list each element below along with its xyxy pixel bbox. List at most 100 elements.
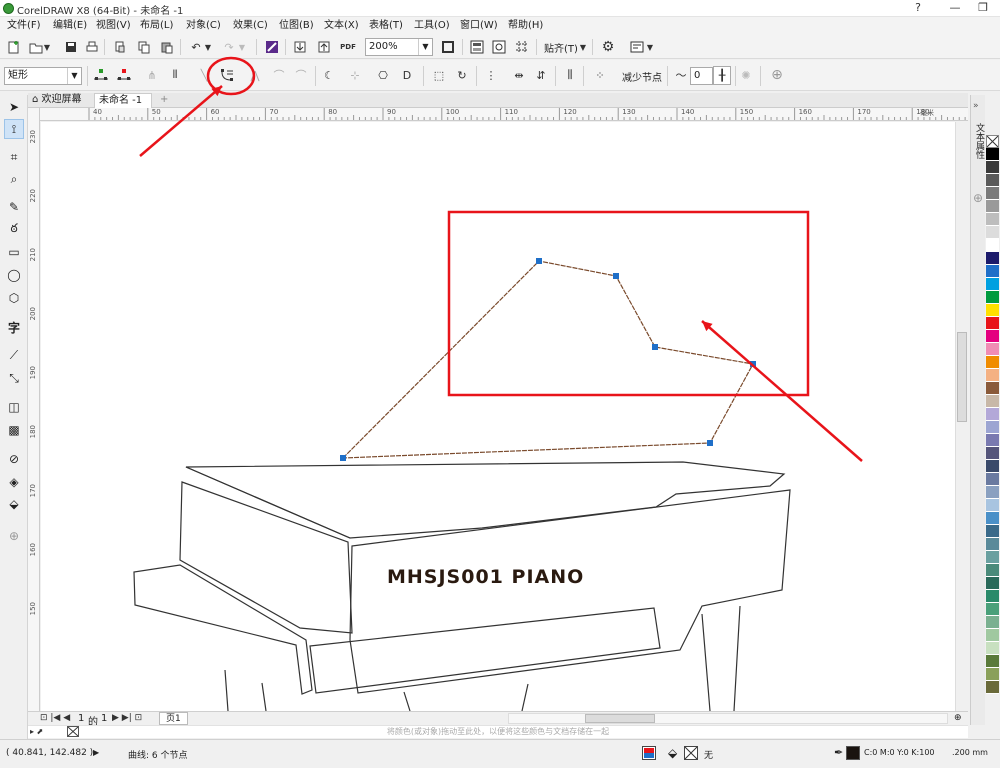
snap-chevron-down-icon[interactable]: ▼ — [578, 38, 588, 56]
palette-swatch[interactable] — [986, 499, 999, 512]
page-first-prev-icons[interactable]: ⊡ |◀ ◀ — [40, 713, 70, 723]
freehand-tool-icon[interactable]: ✎ — [4, 197, 24, 217]
mirror-horizontal-icon[interactable]: ⇹ — [510, 66, 528, 84]
crop-tool-icon[interactable]: ⌗ — [4, 147, 24, 167]
selection-mode-chevron-icon[interactable]: ▼ — [67, 68, 81, 84]
palette-swatch[interactable] — [986, 291, 999, 304]
curve-node[interactable] — [536, 258, 542, 264]
palette-swatch[interactable] — [986, 642, 999, 655]
palette-swatch[interactable] — [986, 447, 999, 460]
palette-swatch[interactable] — [986, 304, 999, 317]
export-icon[interactable] — [315, 38, 333, 56]
transparency-tool-icon[interactable]: ▩ — [4, 420, 24, 440]
horizontal-ruler[interactable]: 40 50 60 70 80 90 100 110 120 130 140 150 160 170 180 … — [40, 108, 968, 121]
palette-arrows-icon[interactable]: ▸ ⬈ — [30, 727, 43, 736]
print-icon[interactable] — [83, 38, 101, 56]
menu-tools[interactable]: 工具(O) — [414, 18, 450, 34]
piano-body-front[interactable] — [349, 489, 791, 694]
piano-side-panel[interactable] — [179, 481, 353, 634]
cut-icon[interactable] — [111, 38, 129, 56]
piano-leg-middle[interactable] — [403, 683, 529, 712]
curve-node[interactable] — [340, 455, 346, 461]
help-window-button[interactable]: ? — [905, 0, 931, 17]
palette-swatch[interactable] — [986, 564, 999, 577]
palette-swatch[interactable] — [986, 460, 999, 473]
tab-document[interactable]: 未命名 -1 — [94, 93, 152, 108]
rectangle-tool-icon[interactable]: ▭ — [4, 242, 24, 262]
polygon-tool-icon[interactable]: ⬡ — [4, 288, 24, 308]
menu-view[interactable]: 视图(V) — [96, 18, 131, 34]
zoom-navigator-icon[interactable]: ⊕ — [954, 713, 962, 723]
vertical-ruler[interactable]: 230 220 210 200 190 180 170 160 150 — [28, 108, 40, 711]
undo-chevron-icon[interactable]: ▼ — [203, 38, 213, 56]
rotate-nodes-icon[interactable]: ↻ — [453, 66, 471, 84]
palette-swatch[interactable] — [986, 148, 999, 161]
show-grid-icon[interactable] — [490, 38, 508, 56]
palette-swatch[interactable] — [986, 174, 999, 187]
palette-swatch[interactable] — [986, 226, 999, 239]
launcher-chevron-icon[interactable]: ▼ — [645, 38, 655, 56]
palette-swatch[interactable] — [986, 239, 999, 252]
selected-curve[interactable] — [340, 258, 756, 461]
docker-add-plus-icon[interactable]: ⊕ — [972, 191, 984, 205]
convert-to-curve-icon[interactable] — [218, 66, 236, 84]
palette-swatch[interactable] — [986, 473, 999, 486]
palette-swatch[interactable] — [986, 590, 999, 603]
search-content-icon[interactable] — [263, 38, 281, 56]
menu-bitmaps[interactable]: 位图(B) — [279, 18, 314, 34]
no-color-swatch-icon[interactable] — [67, 726, 79, 737]
horizontal-scroll-thumb[interactable] — [585, 714, 655, 723]
zoom-tool-icon[interactable]: ⌕ — [4, 169, 24, 189]
text-tool-icon[interactable]: 字 — [4, 317, 24, 337]
palette-swatch[interactable] — [986, 278, 999, 291]
mirror-vertical-icon[interactable]: ⇵ — [532, 66, 550, 84]
elastic-mode-icon[interactable]: ⫼ — [561, 66, 579, 84]
curve-path[interactable] — [341, 260, 754, 459]
palette-swatch[interactable] — [986, 343, 999, 356]
paste-icon[interactable] — [158, 38, 176, 56]
piano-lid[interactable] — [185, 461, 786, 539]
palette-swatch[interactable] — [986, 252, 999, 265]
selection-mode-select[interactable]: 矩形 ▼ — [4, 67, 82, 85]
ellipse-tool-icon[interactable]: ◯ — [4, 265, 24, 285]
zoom-level-select[interactable]: 200% ▼ — [365, 38, 433, 56]
menu-effects[interactable]: 效果(C) — [233, 18, 268, 34]
shape-tool-icon[interactable]: ⟟ — [4, 119, 24, 139]
palette-swatch[interactable] — [986, 369, 999, 382]
join-nodes-icon[interactable]: ⋔ — [143, 66, 161, 84]
add-toolbar-plus-icon[interactable]: ⊕ — [768, 66, 786, 84]
tab-page-1[interactable]: 页1 — [159, 712, 188, 725]
curve-smoothness-input[interactable]: 0 — [690, 67, 713, 85]
color-proof-icon[interactable] — [642, 746, 656, 760]
palette-swatch[interactable] — [986, 395, 999, 408]
outline-color-swatch[interactable] — [846, 746, 860, 760]
palette-swatch[interactable] — [986, 330, 999, 343]
palette-swatch[interactable] — [986, 629, 999, 642]
tab-welcome-screen[interactable]: ⌂ 欢迎屏幕 — [28, 93, 94, 108]
menu-help[interactable]: 帮助(H) — [508, 18, 543, 34]
palette-swatch[interactable] — [986, 538, 999, 551]
palette-swatch[interactable] — [986, 213, 999, 226]
palette-swatch[interactable] — [986, 408, 999, 421]
color-eyedropper-tool-icon[interactable]: ⊘ — [4, 449, 24, 469]
close-curve-icon[interactable]: ⎔ — [374, 66, 392, 84]
menu-file[interactable]: 文件(F) — [7, 18, 41, 34]
palette-swatch[interactable] — [986, 200, 999, 213]
palette-swatch[interactable] — [986, 525, 999, 538]
auto-close-icon[interactable]: D — [398, 66, 416, 84]
document-palette-hint[interactable]: 将颜色(或对象)拖动至此处，以便将这些颜色与文档存储在一起 — [28, 725, 968, 738]
menu-window[interactable]: 窗口(W) — [460, 18, 498, 34]
new-document-icon[interactable] — [5, 38, 23, 56]
palette-swatch[interactable] — [986, 161, 999, 174]
palette-swatch[interactable] — [986, 577, 999, 590]
palette-swatch[interactable] — [986, 655, 999, 668]
add-node-icon[interactable] — [92, 66, 110, 84]
page-next-last-icons[interactable]: ▶ ▶| ⊡ — [112, 713, 142, 723]
fill-none-swatch-icon[interactable] — [684, 746, 698, 760]
smoothness-slider-icon[interactable]: ╂ — [713, 66, 731, 85]
palette-swatch[interactable] — [986, 356, 999, 369]
stretch-nodes-icon[interactable]: ⬚ — [430, 66, 448, 84]
show-guidelines-icon[interactable] — [513, 38, 531, 56]
full-screen-preview-icon[interactable] — [439, 38, 457, 56]
horizontal-scrollbar[interactable] — [508, 713, 948, 724]
